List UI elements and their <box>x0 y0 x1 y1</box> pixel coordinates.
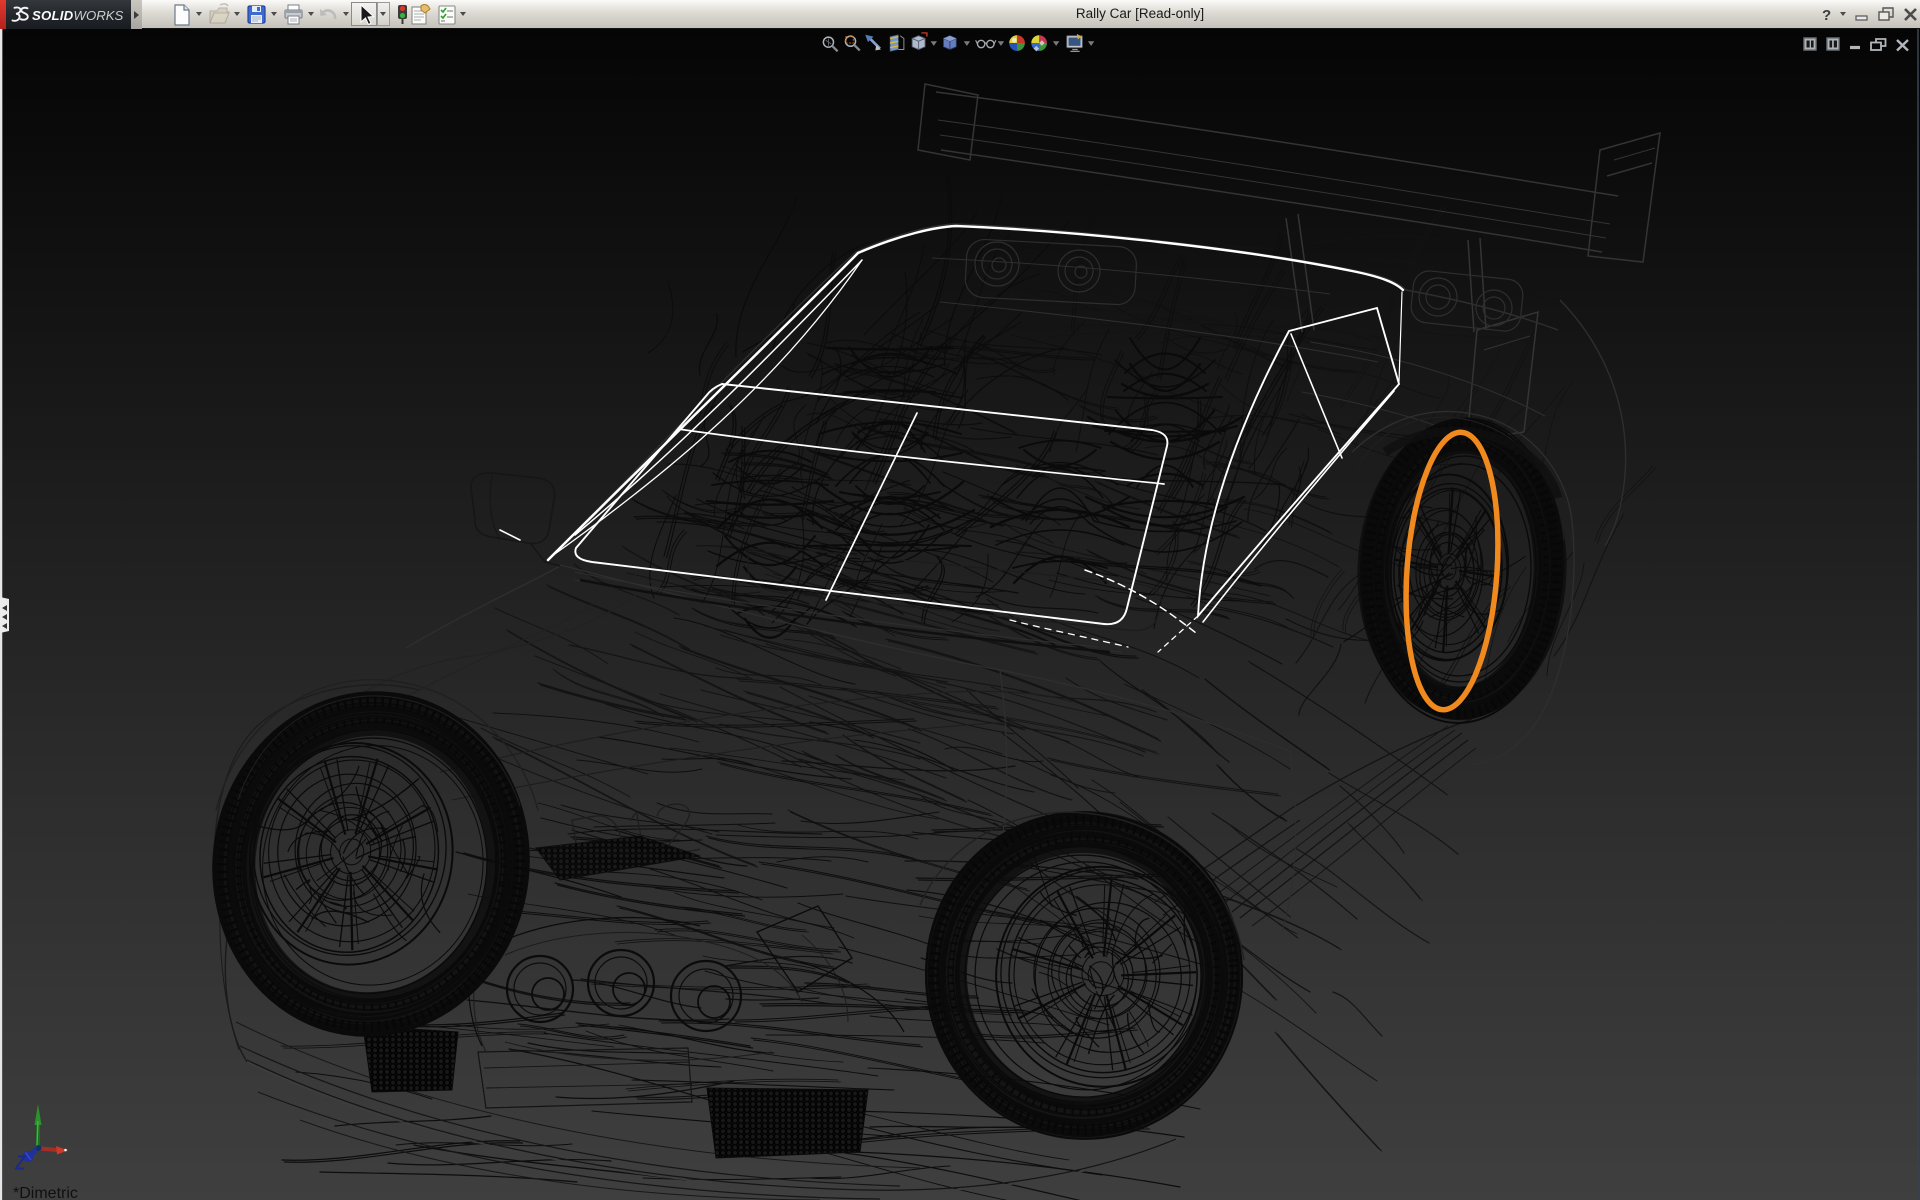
svg-text:?: ? <box>1822 7 1831 24</box>
svg-text:*Dimetric: *Dimetric <box>13 1185 78 1200</box>
svg-text:WORKS: WORKS <box>74 8 124 23</box>
svg-text:SOLID: SOLID <box>32 8 74 23</box>
